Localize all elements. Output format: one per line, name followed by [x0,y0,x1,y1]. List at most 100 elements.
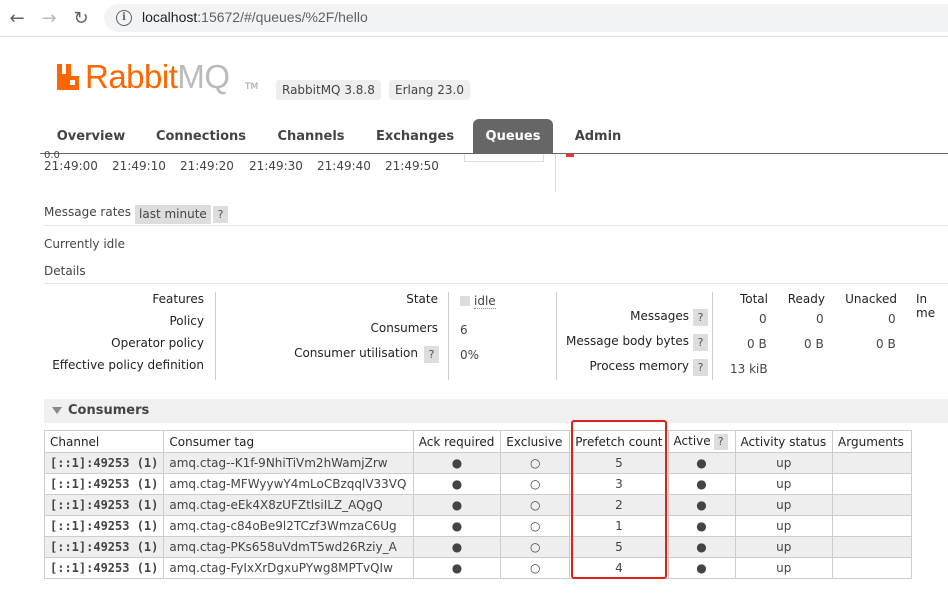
consumer-tag: amq.ctag-MFWyywY4mLoCBzqqlV33VQ [163,473,414,495]
process-memory-label: Process memory [589,359,689,373]
th-prefetch-count[interactable]: Prefetch count [569,430,669,453]
active-cell: ● [667,536,736,558]
activity-status-cell: up [734,494,834,516]
rates-range-select[interactable]: last minute [135,205,211,224]
active-cell: ● [667,452,736,474]
logo-wordmark: RabbitMQ [85,58,230,96]
consumer-tag: amq.ctag-FyIxXrDgxuPYwg8MPTvQIw [163,557,414,579]
activity-status-cell: up [734,473,834,495]
messages-unacked: 0 [888,312,896,326]
details-heading: Details [44,264,86,278]
consumers-section-title: Consumers [68,403,150,418]
effective-policy-label: Effective policy definition [52,358,204,372]
tab-queues[interactable]: Queues [473,119,553,154]
active-cell: ● [667,515,736,537]
table-row: [::1]:49253 (1) amq.ctag-c84oBe9l2TCzf3W… [43,515,912,537]
th-arguments[interactable]: Arguments [832,430,912,453]
logo-mq-text: MQ [177,58,230,95]
main-tabs: Overview Connections Channels Exchanges … [40,119,948,154]
rabbitmq-version-badge: RabbitMQ 3.8.8 [276,80,381,100]
table-row: [::1]:49253 (1) amq.ctag-MFWyywY4mLoCBzq… [43,473,912,495]
collapse-triangle-icon [52,407,62,414]
channel-link[interactable]: [::1]:49253 (1) [43,557,165,579]
channel-link[interactable]: [::1]:49253 (1) [43,452,165,474]
th-activity-status[interactable]: Activity status [734,430,834,453]
chart-legend-frame [464,154,544,162]
chart-time-label: 21:49:50 [385,159,439,173]
url-host: localhost [142,9,198,25]
body-bytes-ready: 0 B [804,337,824,351]
prefetch-count-cell: 5 [569,452,669,474]
logo-tm: TM [245,82,259,92]
messages-help-button[interactable]: ? [693,309,708,326]
body-bytes-label: Message body bytes [566,334,689,348]
arguments-cell [832,557,912,579]
process-memory-help-button[interactable]: ? [693,359,708,376]
table-row: [::1]:49253 (1) amq.ctag-eEk4X8zUFZtlsiI… [43,494,912,516]
prefetch-count-cell: 3 [569,473,669,495]
active-help-button[interactable]: ? [713,433,728,450]
browser-toolbar: ← → ↻ i localhost:15672/#/queues/%2F/hel… [0,0,948,37]
logo-rabbit-text: Rabbit [85,58,178,95]
channel-link[interactable]: [::1]:49253 (1) [43,473,165,495]
tab-overview[interactable]: Overview [48,121,134,153]
activity-status-cell: up [734,536,834,558]
tab-exchanges[interactable]: Exchanges [370,121,460,153]
consumer-tag: amq.ctag-PKs658uVdmT5wd26Rziy_A [163,536,414,558]
th-consumer-tag[interactable]: Consumer tag [163,430,414,453]
chart-time-label: 21:49:20 [180,159,234,173]
chart-time-label: 21:49:40 [317,159,371,173]
rates-help-button[interactable]: ? [213,206,228,223]
state-label: State [406,292,438,306]
channel-link[interactable]: [::1]:49253 (1) [43,515,165,537]
arguments-cell [832,494,912,516]
url-path: :15672/#/queues/%2F/hello [197,9,368,25]
ack-required-cell: ● [412,557,502,579]
chart-time-label: 21:49:10 [112,159,166,173]
col-total: Total [739,292,768,306]
tab-connections[interactable]: Connections [150,121,252,153]
state-value: idle [460,294,496,309]
reload-icon[interactable]: ↻ [70,8,92,30]
table-row: [::1]:49253 (1) amq.ctag--K1f-9NhiTiVm2h… [43,452,912,474]
consumer-tag: amq.ctag-c84oBe9l2TCzf3WmzaC6Ug [163,515,414,537]
message-rates-label: Message rates [44,205,132,219]
th-exclusive[interactable]: Exclusive [500,430,571,453]
prefetch-count-cell: 2 [569,494,669,516]
channel-link[interactable]: [::1]:49253 (1) [43,536,165,558]
info-icon[interactable]: i [116,10,132,26]
channel-link[interactable]: [::1]:49253 (1) [43,494,165,516]
divider [44,225,948,226]
state-text: idle [474,294,496,309]
body-bytes-help-button[interactable]: ? [693,334,708,351]
consumer-tag: amq.ctag--K1f-9NhiTiVm2hWamjZrw [163,452,414,474]
utilisation-help-button[interactable]: ? [424,346,439,363]
th-ack-required[interactable]: Ack required [412,430,502,453]
col-ready: Ready [787,292,825,306]
state-indicator-icon [460,296,470,306]
th-channel[interactable]: Channel [43,430,165,453]
chart-divider [555,154,556,192]
consumers-count-value: 6 [460,323,468,337]
policy-label: Policy [169,314,204,328]
tab-channels[interactable]: Channels [270,121,352,153]
consumers-section-toggle[interactable]: Consumers [44,399,948,423]
url-text[interactable]: localhost:15672/#/queues/%2F/hello [142,9,368,25]
body-bytes-unacked: 0 B [876,337,896,351]
arguments-cell [832,452,912,474]
exclusive-cell: ○ [500,557,571,579]
tab-admin[interactable]: Admin [568,121,628,153]
th-active[interactable]: Active? [667,430,736,453]
exclusive-cell: ○ [500,515,571,537]
divider [44,283,948,284]
consumer-utilisation-label: Consumer utilisation [294,346,418,360]
prefetch-count-cell: 5 [569,536,669,558]
back-arrow-icon[interactable]: ← [6,8,28,30]
forward-arrow-icon[interactable]: → [38,8,60,30]
prefetch-count-cell: 4 [569,557,669,579]
col-unacked: Unacked [845,292,897,306]
chart-series-swatch [566,154,574,157]
ack-required-cell: ● [412,452,502,474]
address-bar[interactable]: i localhost:15672/#/queues/%2F/hello [104,4,948,32]
messages-label: Messages [630,309,689,323]
